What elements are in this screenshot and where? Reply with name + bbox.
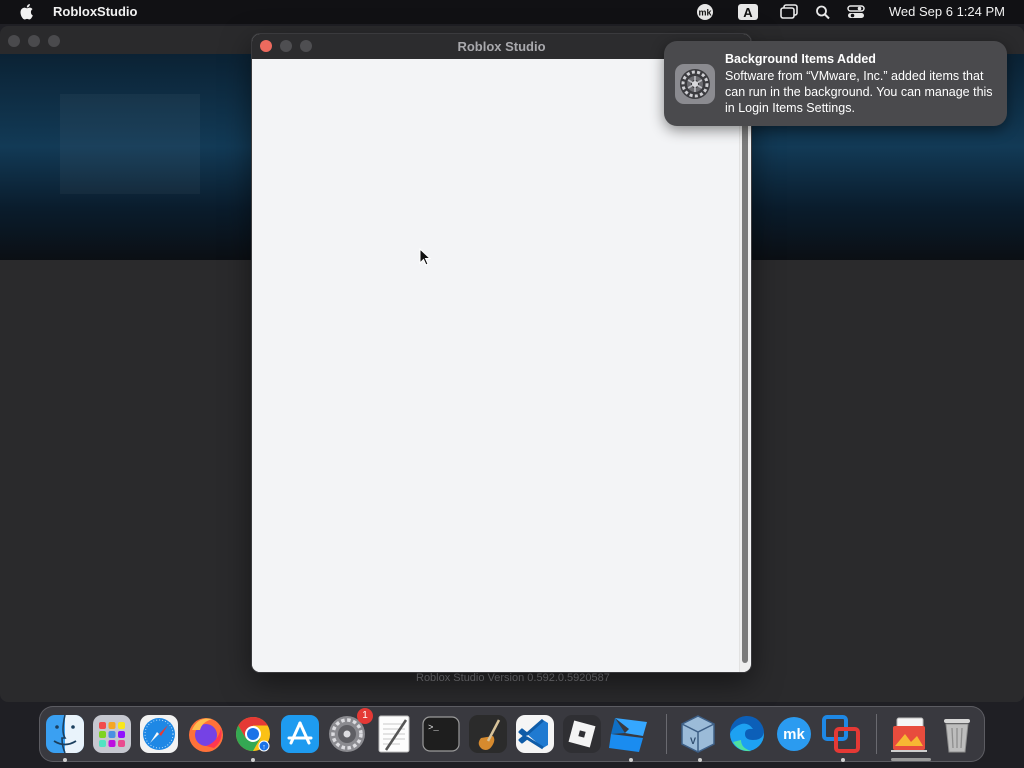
spotlight-search-icon[interactable]	[815, 3, 831, 21]
running-indicator	[251, 758, 255, 762]
bg-close-button[interactable]	[8, 35, 20, 47]
textedit-icon[interactable]	[372, 712, 416, 756]
trash-icon[interactable]	[935, 712, 979, 756]
svg-text:V: V	[690, 736, 696, 746]
safari-icon[interactable]	[137, 712, 181, 756]
menu-bar: RobloxStudio mk A Wed Sep 6 1:24 PM	[0, 0, 1024, 24]
roblox-studio-window: Roblox Studio	[252, 34, 751, 672]
svg-text:>_: >_	[428, 723, 439, 733]
firefox-icon[interactable]	[184, 712, 228, 756]
notification-badge: 1	[357, 708, 373, 724]
input-source-icon[interactable]: A	[737, 3, 759, 21]
dock-separator	[876, 714, 877, 754]
finder-icon[interactable]	[43, 712, 87, 756]
roblox-player-icon[interactable]	[560, 712, 604, 756]
terminal-icon[interactable]: >_	[419, 712, 463, 756]
scrollbar-thumb[interactable]	[742, 67, 748, 663]
vscode-icon[interactable]	[513, 712, 557, 756]
running-indicator	[841, 758, 845, 762]
notification-body: Software from “VMware, Inc.” added items…	[725, 69, 993, 115]
mk-status-icon[interactable]: mk	[696, 3, 714, 21]
window-content	[252, 59, 739, 672]
chrome-icon[interactable]: ↑	[231, 712, 275, 756]
bg-minimize-button[interactable]	[28, 35, 40, 47]
mk-app-icon[interactable]: mk	[772, 712, 816, 756]
app-store-icon[interactable]	[278, 712, 322, 756]
system-settings-gear-icon	[675, 64, 715, 104]
svg-text:mk: mk	[783, 726, 805, 743]
apple-menu-icon[interactable]	[18, 3, 34, 20]
screen-mirroring-icon[interactable]	[779, 3, 799, 21]
background-window-controls	[8, 34, 68, 52]
garageband-icon[interactable]	[466, 712, 510, 756]
running-indicator	[698, 758, 702, 762]
control-center-icon[interactable]	[846, 3, 866, 21]
stack-indicator	[891, 758, 931, 761]
downloads-stack-icon[interactable]	[887, 712, 931, 756]
background-items-notification[interactable]: Background Items Added Software from “VM…	[664, 41, 1007, 126]
running-indicator	[63, 758, 67, 762]
vertical-scrollbar[interactable]	[739, 59, 750, 672]
launchpad-icon[interactable]	[90, 712, 134, 756]
dock-separator	[666, 714, 667, 754]
system-settings-dock-item[interactable]: 1	[325, 708, 373, 756]
virtualbox-icon[interactable]: V	[676, 712, 720, 756]
svg-text:↑: ↑	[262, 744, 266, 751]
roblox-studio-icon[interactable]	[607, 712, 651, 756]
vmware-fusion-icon[interactable]	[819, 712, 863, 756]
edge-icon[interactable]	[725, 712, 769, 756]
notification-title: Background Items Added	[725, 52, 876, 66]
bg-zoom-button[interactable]	[48, 35, 60, 47]
app-menu-name[interactable]: RobloxStudio	[53, 4, 138, 19]
menubar-clock[interactable]: Wed Sep 6 1:24 PM	[889, 4, 1005, 19]
svg-text:mk: mk	[698, 8, 712, 18]
dock: ↑ 1 >_ V mk	[39, 706, 985, 762]
svg-text:A: A	[743, 5, 753, 20]
mouse-cursor-icon	[419, 248, 431, 266]
version-label: Roblox Studio Version 0.592.0.5920587	[416, 672, 610, 684]
running-indicator	[629, 758, 633, 762]
